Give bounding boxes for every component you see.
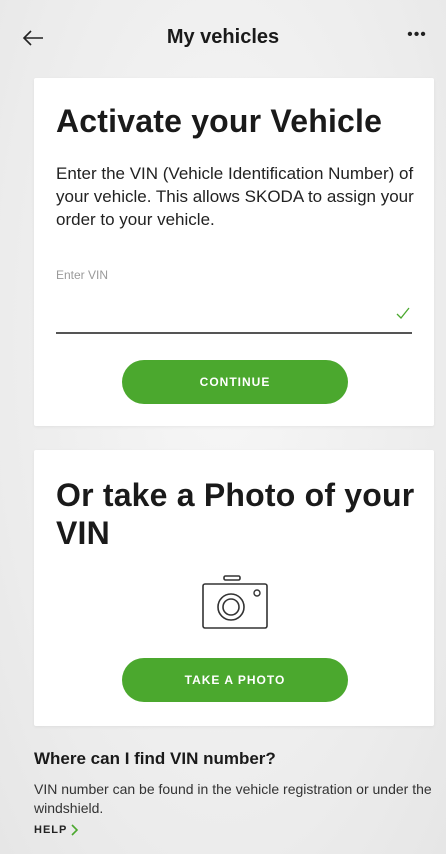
help-title: Where can I find VIN number? xyxy=(34,749,276,768)
help-description: VIN number can be found in the vehicle r… xyxy=(34,781,432,816)
chevron-right-icon xyxy=(71,824,79,836)
take-photo-card: Or take a Photo of your VIN TAKE A PHOTO xyxy=(34,450,434,726)
more-options-button[interactable]: ••• xyxy=(402,20,432,50)
vin-help-section: Where can I find VIN number? VIN number … xyxy=(34,748,434,838)
app-header: My vehicles ••• xyxy=(0,0,446,78)
help-link[interactable]: HELP xyxy=(34,824,79,836)
back-button[interactable] xyxy=(22,18,62,58)
checkmark-icon xyxy=(396,307,410,319)
activate-title: Activate your Vehicle xyxy=(56,103,383,139)
page-title: My vehicles xyxy=(166,25,280,48)
activate-description: Enter the VIN (Vehicle Identification Nu… xyxy=(56,164,414,229)
help-link-label: HELP xyxy=(34,824,68,836)
vin-label: Enter VIN xyxy=(56,268,109,282)
vin-input[interactable] xyxy=(56,300,412,334)
photo-title: Or take a Photo of your VIN xyxy=(56,477,415,551)
arrow-left-icon xyxy=(22,30,43,46)
continue-button[interactable]: CONTINUE xyxy=(122,360,348,404)
more-dots-icon: ••• xyxy=(407,26,427,43)
page: My vehicles ••• Activate your Vehicle En… xyxy=(0,0,446,854)
camera-icon xyxy=(202,575,268,629)
take-photo-button[interactable]: TAKE A PHOTO xyxy=(122,658,348,702)
activate-vehicle-card: Activate your Vehicle Enter the VIN (Veh… xyxy=(34,78,434,426)
